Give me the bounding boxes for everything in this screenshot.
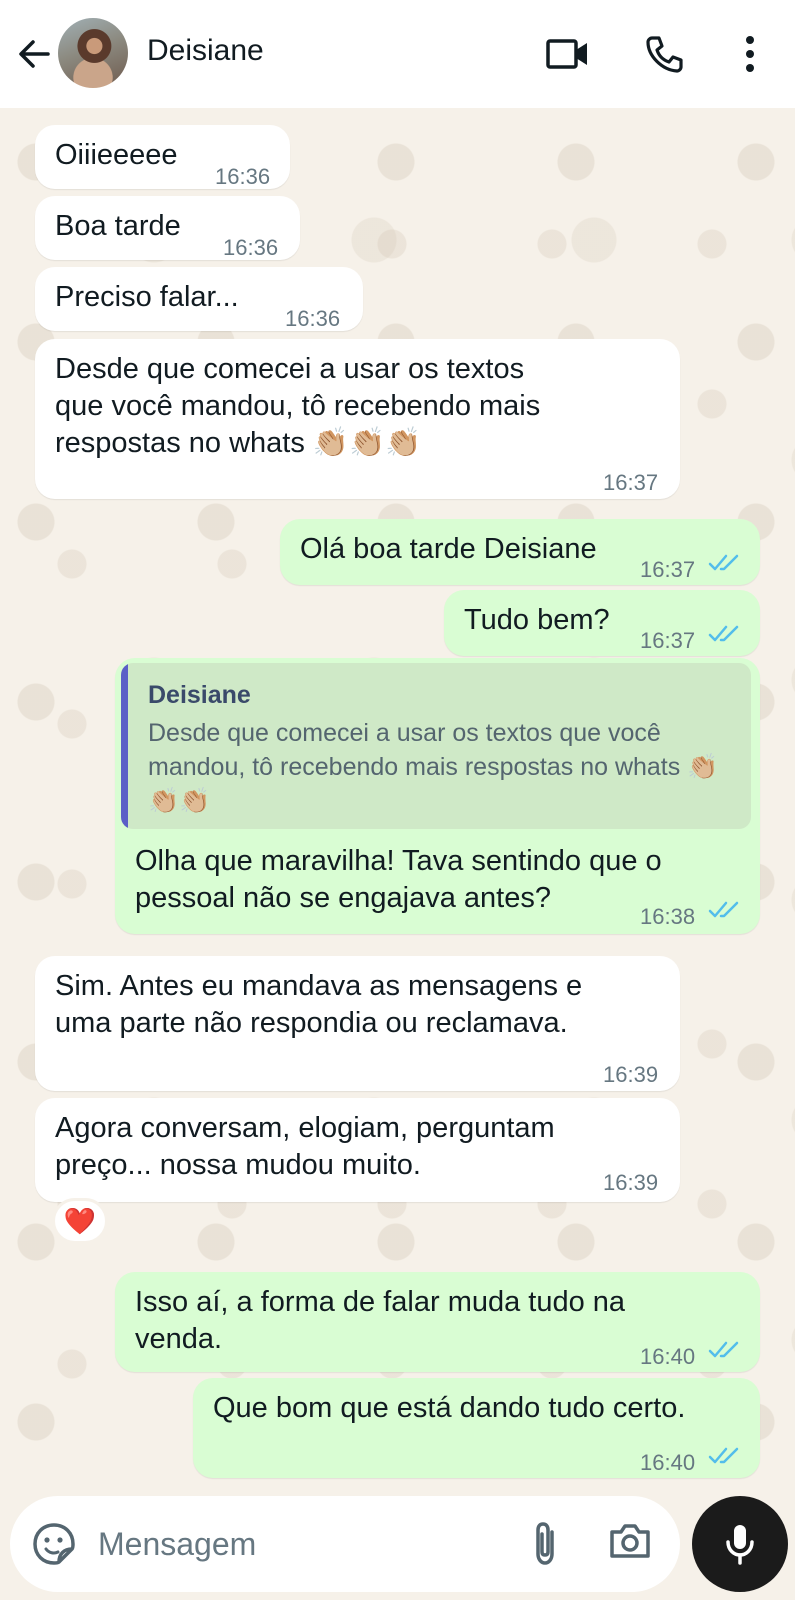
- menu-button[interactable]: [726, 30, 774, 78]
- message-time: 16:39: [603, 1062, 659, 1087]
- message-incoming[interactable]: Preciso falar... 16:36: [35, 267, 363, 331]
- message-time: 16:37: [603, 470, 659, 495]
- reply-quote-text: Desde que comecei a usar os textos que v…: [148, 719, 719, 815]
- heart-reaction-icon: ❤️: [63, 1205, 97, 1236]
- read-ticks-icon: [708, 625, 739, 642]
- reply-quote-bar: [121, 663, 128, 829]
- message-outgoing[interactable]: Tudo bem? 16:37: [444, 590, 760, 656]
- back-button[interactable]: [14, 34, 54, 74]
- microphone-icon: [726, 1525, 754, 1565]
- video-camera-icon: [546, 39, 587, 69]
- message-time: 16:37: [640, 628, 696, 653]
- reply-quote[interactable]: Deisiane Desde que comecei a usar os tex…: [121, 663, 751, 829]
- message-text: Desde que comecei a usar os textos que v…: [55, 353, 541, 459]
- message-text: Que bom que está dando tudo certo.: [213, 1392, 686, 1424]
- more-vert-icon: [746, 36, 754, 72]
- message-composer: [10, 1496, 680, 1592]
- message-incoming[interactable]: Desde que comecei a usar os textos que v…: [35, 339, 680, 499]
- message-time: 16:36: [285, 306, 341, 331]
- arrow-left-icon: [19, 40, 50, 68]
- message-outgoing[interactable]: Isso aí, a forma de falar muda tudo na v…: [115, 1272, 760, 1372]
- message-incoming[interactable]: Oiiieeeee 16:36: [35, 125, 290, 189]
- message-text: Sim. Antes eu mandava as mensagens e uma…: [55, 970, 583, 1039]
- message-time: 16:40: [640, 1450, 696, 1475]
- sticker-button[interactable]: [32, 1522, 76, 1566]
- camera-icon: [610, 1524, 650, 1558]
- camera-button[interactable]: [608, 1522, 656, 1566]
- paperclip-icon: [536, 1522, 554, 1565]
- message-incoming[interactable]: Sim. Antes eu mandava as mensagens e uma…: [35, 956, 680, 1091]
- video-call-button[interactable]: [544, 30, 592, 78]
- voice-message-button[interactable]: [692, 1496, 788, 1592]
- message-text: Olha que maravilha! Tava sentindo que o …: [135, 845, 662, 914]
- message-text: Tudo bem?: [464, 604, 610, 636]
- reaction-badge[interactable]: ❤️: [52, 1198, 108, 1244]
- sticker-icon: [33, 1523, 75, 1565]
- read-ticks-icon: [708, 1447, 739, 1464]
- attach-button[interactable]: [530, 1520, 574, 1568]
- message-time: 16:36: [223, 235, 279, 260]
- read-ticks-icon: [708, 1341, 739, 1358]
- message-outgoing[interactable]: Olá boa tarde Deisiane 16:37: [280, 519, 760, 585]
- message-time: 16:37: [640, 557, 696, 582]
- message-outgoing[interactable]: Que bom que está dando tudo certo. 16:40: [193, 1378, 760, 1478]
- read-ticks-icon: [708, 554, 739, 571]
- avatar[interactable]: [58, 18, 128, 88]
- message-incoming[interactable]: Boa tarde 16:36: [35, 196, 300, 260]
- message-input[interactable]: [98, 1522, 488, 1566]
- message-time: 16:36: [215, 164, 271, 189]
- voice-call-button[interactable]: [640, 30, 688, 78]
- contact-name[interactable]: Deisiane: [147, 34, 264, 68]
- message-time: 16:39: [603, 1170, 659, 1195]
- message-incoming[interactable]: Agora conversam, elogiam, perguntam preç…: [35, 1098, 680, 1202]
- message-text: Agora conversam, elogiam, perguntam preç…: [55, 1112, 555, 1181]
- reply-quote-author: Deisiane: [148, 681, 251, 709]
- message-time: 16:40: [640, 1344, 696, 1369]
- phone-icon: [646, 36, 683, 73]
- chat-header: Deisiane: [0, 0, 795, 108]
